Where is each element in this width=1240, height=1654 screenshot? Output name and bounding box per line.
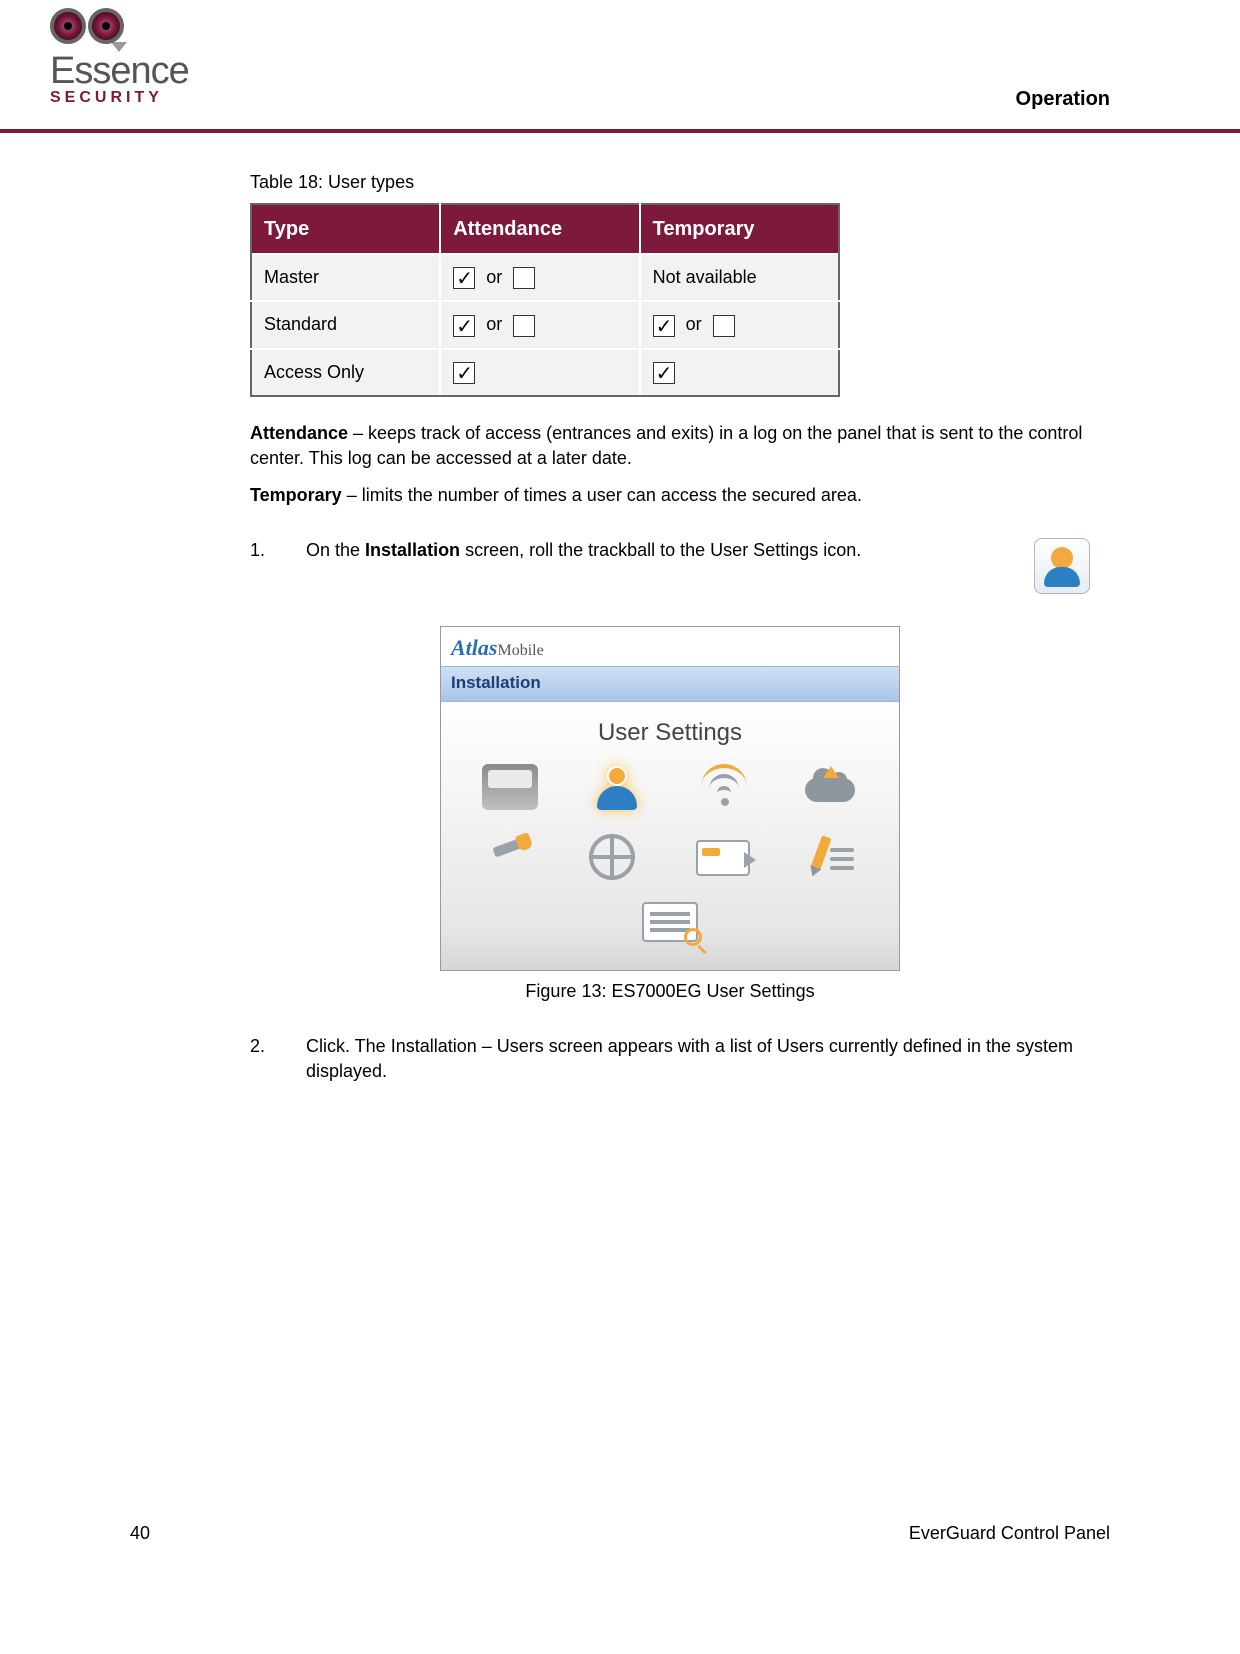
cell-type: Standard [251,301,440,348]
screenshot-icon-grid [461,764,879,880]
table-row: Access Only [251,349,839,396]
table-row: Standard or or [251,301,839,348]
table-caption: Table 18: User types [250,170,1090,195]
logo-sub: SECURITY [50,90,189,106]
brand-atlas: Atlas [451,635,497,660]
screenshot-titlebar: AtlasMobile [441,627,899,666]
installation-screenshot: AtlasMobile Installation User Settings [440,626,900,970]
logo-text: Essence SECURITY [50,52,189,106]
logo: Essence SECURITY [50,8,189,106]
page-number: 40 [130,1523,150,1544]
tools-icon [485,834,535,880]
checkbox-checked-icon [453,267,475,289]
document-title: EverGuard Control Panel [909,1523,1110,1544]
step-number: 1. [250,538,306,594]
definitions: Attendance – keeps track of access (entr… [250,421,1090,509]
content-area: Table 18: User types Type Attendance Tem… [250,170,1090,1102]
logo-main: Essence [50,52,189,90]
wireless-icon [699,764,749,810]
screenshot-screen-title: User Settings [461,716,879,750]
definition-text: – limits the number of times a user can … [342,485,862,505]
card-icon [696,834,752,880]
screenshot-subbar: Installation [441,666,899,702]
definition-label: Temporary [250,485,342,505]
cell-type: Access Only [251,349,440,396]
definition-text: – keeps track of access (entrances and e… [250,423,1082,468]
steps-list-cont: 2. Click. The Installation – Users scree… [250,1034,1090,1084]
step-item: 1. On the Installation screen, roll the … [250,538,1090,594]
checkbox-checked-icon [453,315,475,337]
step-text-post: screen, roll the trackball to the User S… [460,540,861,560]
definition-label: Attendance [250,423,348,443]
cell-temporary: or [640,301,839,348]
cell-attendance [440,349,639,396]
cell-temporary [640,349,839,396]
cell-temporary: Not available [640,254,839,301]
definition-attendance: Attendance – keeps track of access (entr… [250,421,1090,471]
page-footer: 40 EverGuard Control Panel [130,1523,1110,1544]
col-attendance: Attendance [440,204,639,254]
checkbox-empty-icon [513,267,535,289]
step-number: 2. [250,1034,306,1084]
edit-icon [808,834,854,880]
page-header: Essence SECURITY Operation [0,0,1240,133]
checkbox-checked-icon [653,315,675,337]
checkbox-empty-icon [513,315,535,337]
cell-type: Master [251,254,440,301]
user-settings-icon [1034,538,1090,594]
cloud-upload-icon [803,764,859,810]
cell-attendance: or [440,254,639,301]
step-text-pre: On the [306,540,365,560]
person-head-icon [1051,547,1073,569]
brand-mobile: Mobile [497,642,543,659]
owl-eyes-icon [50,8,189,44]
checkbox-checked-icon [653,362,675,384]
user-settings-icon [589,764,645,810]
person-body-icon [1044,567,1080,587]
screenshot-brand: AtlasMobile [441,627,554,666]
col-type: Type [251,204,440,254]
cell-attendance: or [440,301,639,348]
checkbox-empty-icon [713,315,735,337]
step-text-bold: Installation [365,540,460,560]
screenshot-body: User Settings [441,702,899,970]
logs-icon [642,902,698,948]
globe-icon [589,834,645,880]
device-settings-icon [482,764,538,810]
col-temporary: Temporary [640,204,839,254]
or-text: or [486,314,502,334]
figure-caption: Figure 13: ES7000EG User Settings [250,979,1090,1004]
or-text: or [686,314,702,334]
table-row: Master or Not available [251,254,839,301]
definition-temporary: Temporary – limits the number of times a… [250,483,1090,508]
step-body: On the Installation screen, roll the tra… [306,538,1090,594]
or-text: or [486,267,502,287]
section-title: Operation [1016,88,1110,111]
eye-icon [88,8,124,44]
step-item: 2. Click. The Installation – Users scree… [250,1034,1090,1084]
step-body: Click. The Installation – Users screen a… [306,1034,1090,1084]
user-types-table: Type Attendance Temporary Master or Not … [250,203,840,397]
eye-icon [50,8,86,44]
checkbox-checked-icon [453,362,475,384]
screenshot-bottom-row [461,902,879,948]
steps-list: 1. On the Installation screen, roll the … [250,538,1090,594]
